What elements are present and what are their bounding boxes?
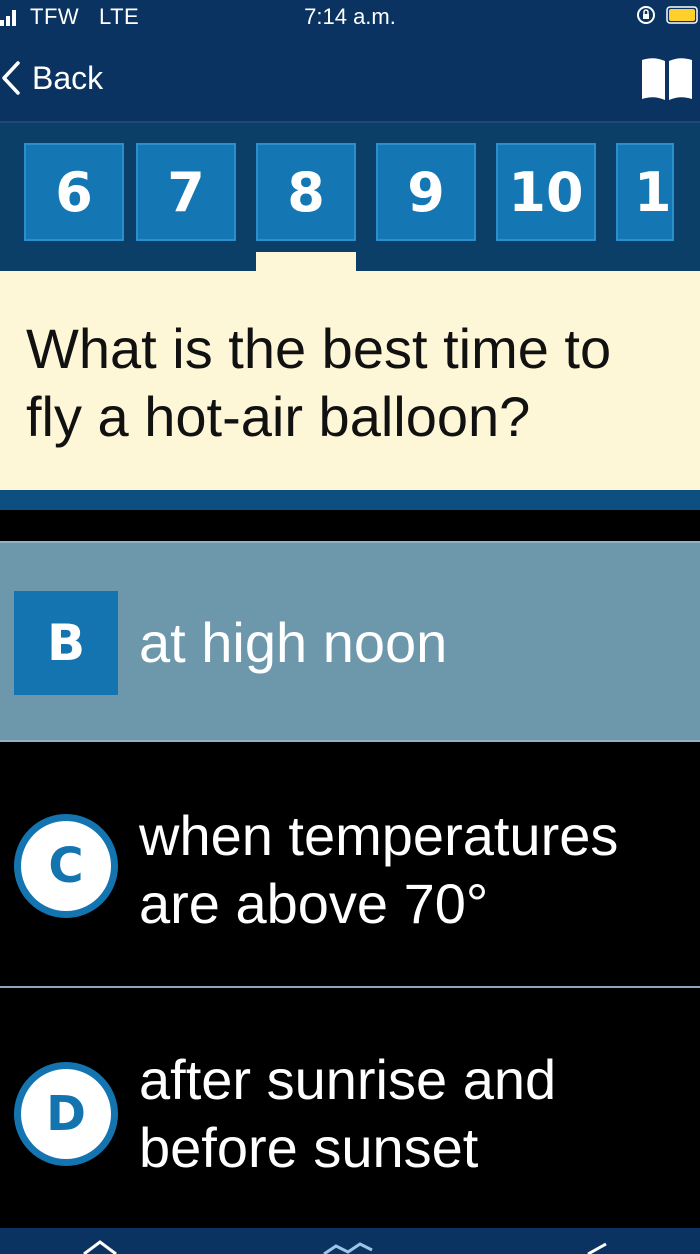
answer-letter-d: D <box>14 1062 118 1166</box>
question-divider <box>0 490 700 510</box>
bottom-tab-bar <box>0 1228 700 1254</box>
battery-icon <box>666 6 698 24</box>
home-icon[interactable] <box>82 1238 118 1254</box>
chevron-left-icon <box>2 61 20 95</box>
answer-text-b: at high noon <box>139 611 448 674</box>
question-tile-9[interactable]: 9 <box>376 143 476 241</box>
question-tile-7[interactable]: 7 <box>136 143 236 241</box>
quiz-screen: TFW LTE 7:14 a.m. Back 6 7 8 9 10 1 What… <box>0 0 700 1254</box>
answer-text-c: when temperatures are above 70° <box>139 804 619 935</box>
status-time: 7:14 a.m. <box>304 4 396 29</box>
back-label: Back <box>32 59 104 96</box>
question-tile-6[interactable]: 6 <box>24 143 124 241</box>
answer-option-b[interactable]: B at high noon <box>0 541 700 742</box>
nav-bar: Back <box>0 34 700 122</box>
question-tile-11[interactable]: 11 <box>616 143 674 241</box>
rotation-lock-icon <box>637 6 655 24</box>
answer-letter-b: B <box>14 591 118 695</box>
answer-text-d: after sunrise and before sunset <box>139 1048 557 1179</box>
question-panel: What is the best time to fly a hot-air b… <box>0 271 700 490</box>
back-button[interactable]: Back <box>0 54 103 102</box>
book-icon[interactable] <box>640 54 694 102</box>
map-icon[interactable] <box>322 1238 374 1254</box>
question-text: What is the best time to fly a hot-air b… <box>26 317 612 448</box>
answer-option-d[interactable]: D after sunrise and before sunset <box>0 990 700 1228</box>
answer-option-c[interactable]: C when temperatures are above 70° <box>0 744 700 988</box>
share-icon[interactable] <box>586 1238 608 1254</box>
answer-letter-c: C <box>14 814 118 918</box>
status-bar: TFW LTE 7:14 a.m. <box>0 0 700 34</box>
question-tile-10[interactable]: 10 <box>496 143 596 241</box>
question-number-strip: 6 7 8 9 10 11 <box>0 123 700 271</box>
question-tile-8[interactable]: 8 <box>256 143 356 241</box>
active-question-indicator <box>256 252 356 271</box>
